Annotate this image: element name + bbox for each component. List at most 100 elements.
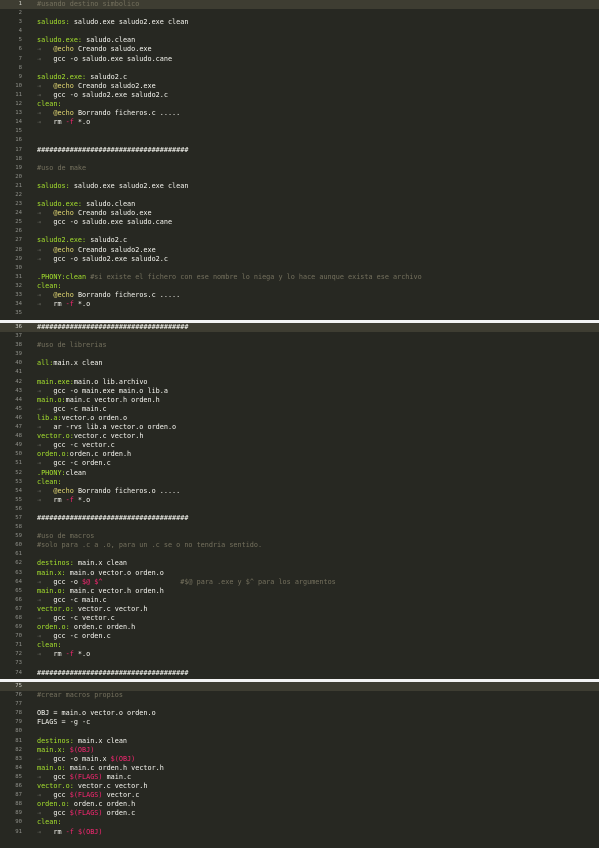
code-line[interactable]: 79 FLAGS = -g -c bbox=[0, 718, 599, 727]
code-line[interactable]: 45 ⇥ gcc -c main.c bbox=[0, 405, 599, 414]
code-line[interactable]: 57 ##################################### bbox=[0, 514, 599, 523]
code-text[interactable]: saludo.exe: saludo.clean bbox=[37, 36, 599, 45]
code-line[interactable]: 68 ⇥ gcc -c vector.c bbox=[0, 614, 599, 623]
code-line[interactable]: 16 bbox=[0, 136, 599, 145]
code-text[interactable]: #uso de librerias bbox=[37, 341, 599, 350]
code-line[interactable]: 1 #usando destino simbolico bbox=[0, 0, 599, 10]
code-line[interactable]: 48 vector.o:vector.c vector.h bbox=[0, 432, 599, 441]
code-line[interactable]: 43 ⇥ gcc -o main.exe main.o lib.a bbox=[0, 387, 599, 396]
code-line[interactable]: 83 ⇥ gcc -o main.x $(OBJ) bbox=[0, 755, 599, 764]
code-line[interactable]: 9 saludo2.exe: saludo2.c bbox=[0, 73, 599, 82]
code-text[interactable]: ⇥ rm -f *.o bbox=[37, 496, 599, 505]
code-line[interactable]: 15 bbox=[0, 127, 599, 136]
code-line[interactable]: 69 orden.o: orden.c orden.h bbox=[0, 623, 599, 632]
code-text[interactable]: saludos: saludo.exe saludo2.exe clean bbox=[37, 18, 599, 27]
code-text[interactable]: vector.o: vector.c vector.h bbox=[37, 782, 599, 791]
code-text[interactable]: destinos: main.x clean bbox=[37, 737, 599, 746]
code-line[interactable]: 91 ⇥ rm -f $(OBJ) bbox=[0, 828, 599, 837]
code-text[interactable]: lib.a:vector.o orden.o bbox=[37, 414, 599, 423]
code-line[interactable]: 47 ⇥ ar -rvs lib.a vector.o orden.o bbox=[0, 423, 599, 432]
code-line[interactable]: 18 bbox=[0, 155, 599, 164]
code-text[interactable]: ⇥ @echo Borrando ficheros.o ..... bbox=[37, 487, 599, 496]
code-line[interactable]: 49 ⇥ gcc -c vector.c bbox=[0, 441, 599, 450]
code-text[interactable]: saludo2.exe: saludo2.c bbox=[37, 73, 599, 82]
code-line[interactable]: 10 ⇥ @echo Creando saludo2.exe bbox=[0, 82, 599, 91]
code-line[interactable]: 64 ⇥ gcc -o $@ $^ #$@ para .exe y $^ para… bbox=[0, 578, 599, 587]
code-text[interactable]: ⇥ gcc -o $@ $^ #$@ para .exe y $^ para l… bbox=[37, 578, 599, 587]
code-line[interactable]: 58 bbox=[0, 523, 599, 532]
code-text[interactable]: all:main.x clean bbox=[37, 359, 599, 368]
code-line[interactable]: 56 bbox=[0, 505, 599, 514]
code-text[interactable]: ⇥ gcc -c orden.c bbox=[37, 459, 599, 468]
code-text[interactable]: ⇥ rm -f $(OBJ) bbox=[37, 828, 599, 837]
code-text[interactable]: FLAGS = -g -c bbox=[37, 718, 599, 727]
code-line[interactable]: 28 ⇥ @echo Creando saludo2.exe bbox=[0, 246, 599, 255]
code-line[interactable]: 73 bbox=[0, 659, 599, 668]
code-text[interactable]: .PHONY:clean bbox=[37, 469, 599, 478]
code-line[interactable]: 14 ⇥ rm -f *.o bbox=[0, 118, 599, 127]
code-text[interactable]: clean: bbox=[37, 641, 599, 650]
code-text[interactable]: main.o:main.c vector.h orden.h bbox=[37, 396, 599, 405]
code-text[interactable]: saludo2.exe: saludo2.c bbox=[37, 236, 599, 245]
code-line[interactable]: 42 main.exe:main.o lib.archivo bbox=[0, 378, 599, 387]
code-text[interactable]: ⇥ gcc -o main.x $(OBJ) bbox=[37, 755, 599, 764]
code-text[interactable]: destinos: main.x clean bbox=[37, 559, 599, 568]
code-line[interactable]: 71 clean: bbox=[0, 641, 599, 650]
code-text[interactable]: ##################################### bbox=[37, 323, 599, 332]
code-text[interactable]: main.o: main.c vector.h orden.h bbox=[37, 587, 599, 596]
code-line[interactable]: 37 bbox=[0, 332, 599, 341]
code-text[interactable]: ⇥ gcc -c vector.c bbox=[37, 614, 599, 623]
code-text[interactable]: vector.o: vector.c vector.h bbox=[37, 605, 599, 614]
code-line[interactable]: 81 destinos: main.x clean bbox=[0, 737, 599, 746]
code-text[interactable]: main.o: main.c orden.h vector.h bbox=[37, 764, 599, 773]
code-text[interactable]: .PHONY:clean #si existe el fichero con e… bbox=[37, 273, 599, 282]
code-line[interactable]: 67 vector.o: vector.c vector.h bbox=[0, 605, 599, 614]
code-text[interactable]: main.x: $(OBJ) bbox=[37, 746, 599, 755]
code-line[interactable]: 29 ⇥ gcc -o saludo2.exe saludo2.c bbox=[0, 255, 599, 264]
code-line[interactable]: 26 bbox=[0, 227, 599, 236]
code-line[interactable]: 12 clean: bbox=[0, 100, 599, 109]
code-line[interactable]: 17 ##################################### bbox=[0, 146, 599, 155]
code-line[interactable]: 33 ⇥ @echo Borrando ficheros.c ..... bbox=[0, 291, 599, 300]
code-line[interactable]: 4 bbox=[0, 27, 599, 36]
code-text[interactable]: ⇥ gcc $(FLAGS) orden.c bbox=[37, 809, 599, 818]
code-line[interactable]: 35 bbox=[0, 309, 599, 318]
code-line[interactable]: 84 main.o: main.c orden.h vector.h bbox=[0, 764, 599, 773]
code-line[interactable]: 44 main.o:main.c vector.h orden.h bbox=[0, 396, 599, 405]
code-line[interactable]: 78 OBJ = main.o vector.o orden.o bbox=[0, 709, 599, 718]
editor-pane-top[interactable]: 1 #usando destino simbolico 2 3 saludos: sal… bbox=[0, 0, 599, 320]
code-text[interactable]: #crear macros propios bbox=[37, 691, 599, 700]
code-text[interactable]: ⇥ gcc -o saludo.exe saludo.cane bbox=[37, 218, 599, 227]
code-text[interactable]: ⇥ @echo Creando saludo2.exe bbox=[37, 82, 599, 91]
code-text[interactable]: ⇥ @echo Creando saludo.exe bbox=[37, 45, 599, 54]
code-text[interactable]: orden.o:orden.c orden.h bbox=[37, 450, 599, 459]
code-text[interactable]: vector.o:vector.c vector.h bbox=[37, 432, 599, 441]
code-line[interactable]: 53 clean: bbox=[0, 478, 599, 487]
code-text[interactable]: ⇥ gcc -o main.exe main.o lib.a bbox=[37, 387, 599, 396]
code-line[interactable]: 52 .PHONY:clean bbox=[0, 469, 599, 478]
code-text[interactable]: ⇥ gcc -c main.c bbox=[37, 405, 599, 414]
code-line[interactable]: 38 #uso de librerias bbox=[0, 341, 599, 350]
code-text[interactable]: main.exe:main.o lib.archivo bbox=[37, 378, 599, 387]
code-line[interactable]: 59 #uso de macros bbox=[0, 532, 599, 541]
editor-pane-middle[interactable]: 36 ##################################### 3… bbox=[0, 323, 599, 679]
code-line[interactable]: 21 saludos: saludo.exe saludo2.exe clean bbox=[0, 182, 599, 191]
code-line[interactable]: 31 .PHONY:clean #si existe el fichero con… bbox=[0, 273, 599, 282]
code-line[interactable]: 24 ⇥ @echo Creando saludo.exe bbox=[0, 209, 599, 218]
code-text[interactable]: ⇥ @echo Creando saludo.exe bbox=[37, 209, 599, 218]
code-text[interactable]: ⇥ gcc $(FLAGS) main.c bbox=[37, 773, 599, 782]
code-text[interactable]: ##################################### bbox=[37, 669, 599, 678]
code-line[interactable]: 11 ⇥ gcc -o saludo2.exe saludo2.c bbox=[0, 91, 599, 100]
code-text[interactable]: ⇥ rm -f *.o bbox=[37, 118, 599, 127]
code-line[interactable]: 22 bbox=[0, 191, 599, 200]
code-line[interactable]: 13 ⇥ @echo Borrando ficheros.c ..... bbox=[0, 109, 599, 118]
code-text[interactable]: #solo para .c a .o, para un .c se o no t… bbox=[37, 541, 599, 550]
code-line[interactable]: 25 ⇥ gcc -o saludo.exe saludo.cane bbox=[0, 218, 599, 227]
code-line[interactable]: 54 ⇥ @echo Borrando ficheros.o ..... bbox=[0, 487, 599, 496]
code-text[interactable]: ⇥ gcc -c main.c bbox=[37, 596, 599, 605]
code-line[interactable]: 60 #solo para .c a .o, para un .c se o no… bbox=[0, 541, 599, 550]
code-line[interactable]: 8 bbox=[0, 64, 599, 73]
code-line[interactable]: 86 vector.o: vector.c vector.h bbox=[0, 782, 599, 791]
code-line[interactable]: 75 bbox=[0, 682, 599, 692]
code-line[interactable]: 51 ⇥ gcc -c orden.c bbox=[0, 459, 599, 468]
